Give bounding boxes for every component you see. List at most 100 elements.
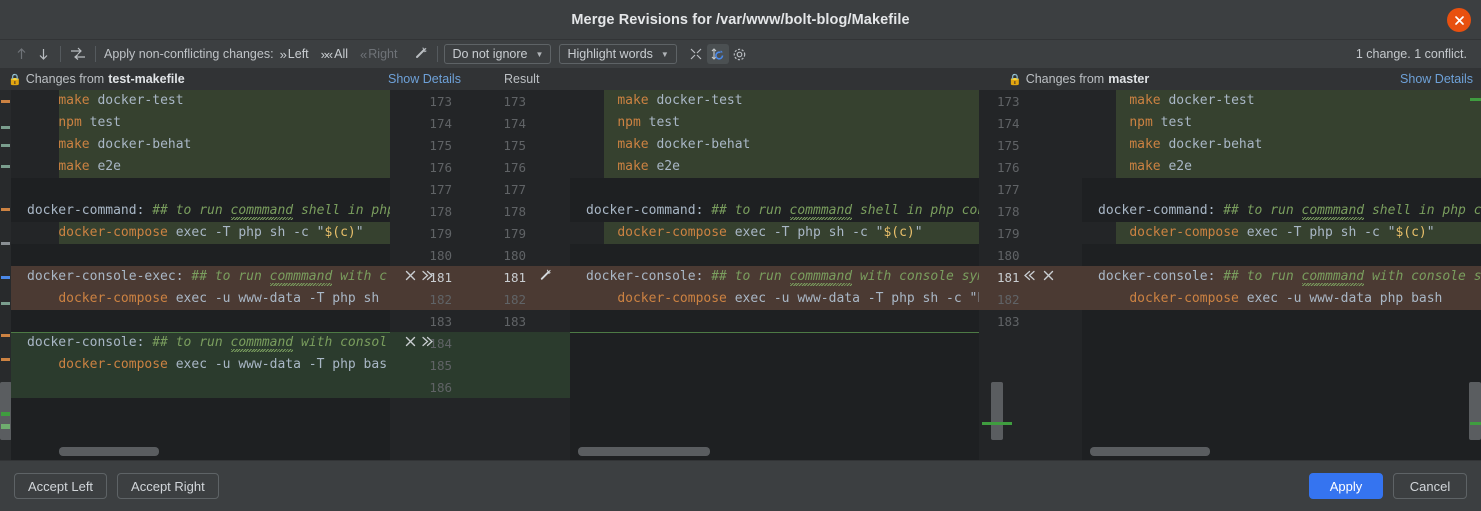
ignore-policy-select[interactable]: Do not ignore ▼: [444, 44, 552, 64]
result-hscrollbar[interactable]: [578, 447, 710, 456]
accept-left-button[interactable]: Accept Left: [14, 473, 108, 499]
right-code-content: make docker-test npm test make docker-be…: [1082, 90, 1481, 332]
arrow-down-icon[interactable]: [32, 44, 54, 64]
code-line: docker-compose exec -T php sh -c "$(c)": [11, 222, 390, 244]
result-scroll-thumb[interactable]: [991, 382, 1003, 440]
gutter-row: 174: [979, 112, 1082, 134]
footer-bar: Accept Left Accept Right Apply Cancel: [0, 460, 1481, 511]
gutter-row: 186: [390, 376, 570, 398]
stripe-mark: [1, 334, 10, 337]
accept-right-button[interactable]: Accept Right: [117, 473, 219, 499]
gear-icon[interactable]: [729, 44, 751, 64]
revert-icon[interactable]: [404, 335, 417, 351]
line-number-result: 177: [503, 181, 526, 197]
line-number-left: 182: [429, 291, 452, 307]
highlight-mode-select[interactable]: Highlight words ▼: [559, 44, 677, 64]
stripe-mark: [1, 424, 10, 429]
revert-icon[interactable]: [1042, 269, 1055, 285]
code-line: docker-compose exec -T php sh -c "$(c)": [1082, 222, 1481, 244]
code-line: make e2e: [570, 156, 979, 178]
apply-to-result-icon[interactable]: [67, 44, 89, 64]
apply-right-label: Right: [368, 47, 398, 61]
apply-all-button[interactable]: »« All: [321, 47, 348, 61]
left-error-stripe[interactable]: [0, 90, 12, 460]
cancel-button[interactable]: Cancel: [1393, 473, 1467, 499]
chevron-double-both-icon: »«: [320, 46, 334, 62]
line-number-right: 179: [997, 225, 1020, 241]
stripe-mark: [1, 126, 10, 129]
gutter-row: 178: [979, 200, 1082, 222]
close-icon[interactable]: [1447, 8, 1471, 32]
code-line: make docker-behat: [11, 134, 390, 156]
code-line: npm test: [1082, 112, 1481, 134]
code-line: docker-command: ## to run commmand shell…: [27, 203, 390, 218]
line-number-result: 175: [503, 137, 526, 153]
code-line: docker-compose exec -u www-data -T php s…: [11, 288, 390, 310]
apply-left-icon[interactable]: [1023, 269, 1036, 285]
apply-all-label: All: [334, 47, 349, 61]
code-line: docker-command: ## to run commmand shell…: [1098, 203, 1481, 218]
line-number-result: 182: [503, 291, 526, 307]
result-pane-title: Result: [504, 72, 540, 86]
result-editor[interactable]: make docker-test npm test make docker-be…: [570, 90, 979, 460]
line-number-left: 181: [429, 269, 452, 285]
right-scroll-thumb[interactable]: [1469, 382, 1481, 440]
magic-resolve-icon: [540, 269, 551, 280]
line-number-left: 173: [429, 93, 452, 109]
line-number-right: 180: [997, 247, 1020, 263]
gutter-row: 177: [979, 178, 1082, 200]
line-number-left: 176: [429, 159, 452, 175]
synchronize-scroll-icon[interactable]: [706, 44, 729, 64]
code-line: make e2e: [1082, 156, 1481, 178]
gutter-row: 183 183: [390, 310, 570, 332]
toolbar-divider-2: [95, 46, 96, 62]
gutter-row: 183: [979, 310, 1082, 332]
toolbar: Apply non-conflicting changes: » Left »«…: [0, 40, 1481, 68]
line-number-result: 176: [503, 159, 526, 175]
apply-right-button[interactable]: « Right: [360, 47, 397, 61]
line-number-right: 176: [997, 159, 1020, 175]
apply-button[interactable]: Apply: [1309, 473, 1383, 499]
apply-left-button[interactable]: » Left: [280, 47, 309, 61]
left-editor[interactable]: make docker-test npm test make docker-be…: [11, 90, 390, 460]
gutter-action-group[interactable]: [1023, 269, 1055, 285]
result-code-content: make docker-test npm test make docker-be…: [570, 90, 979, 333]
magic-resolve-icon[interactable]: [538, 269, 552, 286]
highlight-mode-value: Highlight words: [567, 47, 653, 61]
gutter-row: 180 180: [390, 244, 570, 266]
right-hscrollbar[interactable]: [1090, 447, 1210, 456]
line-number-right: 175: [997, 137, 1020, 153]
left-show-details-link[interactable]: Show Details: [388, 72, 461, 86]
collapse-unchanged-icon[interactable]: [685, 44, 707, 64]
line-number-right: 173: [997, 93, 1020, 109]
right-show-details-link[interactable]: Show Details: [1400, 72, 1473, 86]
right-editor[interactable]: make docker-test npm test make docker-be…: [1082, 90, 1481, 460]
chevron-double-right-icon: »: [279, 46, 287, 62]
toolbar-divider: [60, 46, 61, 62]
stripe-mark: [1, 242, 10, 245]
line-number-right: 178: [997, 203, 1020, 219]
line-number-left: 179: [429, 225, 452, 241]
code-line: docker-console: ## to run commmand with …: [570, 266, 979, 288]
left-hscrollbar[interactable]: [59, 447, 159, 456]
lock-icon: 🔒: [8, 73, 22, 86]
revert-icon[interactable]: [404, 269, 417, 285]
gutter-row: 184: [390, 332, 570, 354]
line-number-left: 177: [429, 181, 452, 197]
right-gutter-rows: 173 174 175 176 177 178 179 180 181 182 183: [979, 90, 1082, 332]
gutter-row: 176 176: [390, 156, 570, 178]
line-number-left: 184: [429, 335, 452, 351]
gutter-row: 182 182: [390, 288, 570, 310]
line-number-result: 174: [503, 115, 526, 131]
magic-resolve-icon[interactable]: [409, 44, 431, 64]
title-bar: Merge Revisions for /var/www/bolt-blog/M…: [0, 0, 1481, 40]
right-gutter[interactable]: 173 174 175 176 177 178 179 180 181 182 183: [979, 90, 1082, 460]
left-gutter[interactable]: 173 173 174 174 175 175 176 176 177 177 178 178 179 1…: [390, 90, 570, 460]
arrow-up-icon[interactable]: [10, 44, 32, 64]
gutter-row: 173: [979, 90, 1082, 112]
